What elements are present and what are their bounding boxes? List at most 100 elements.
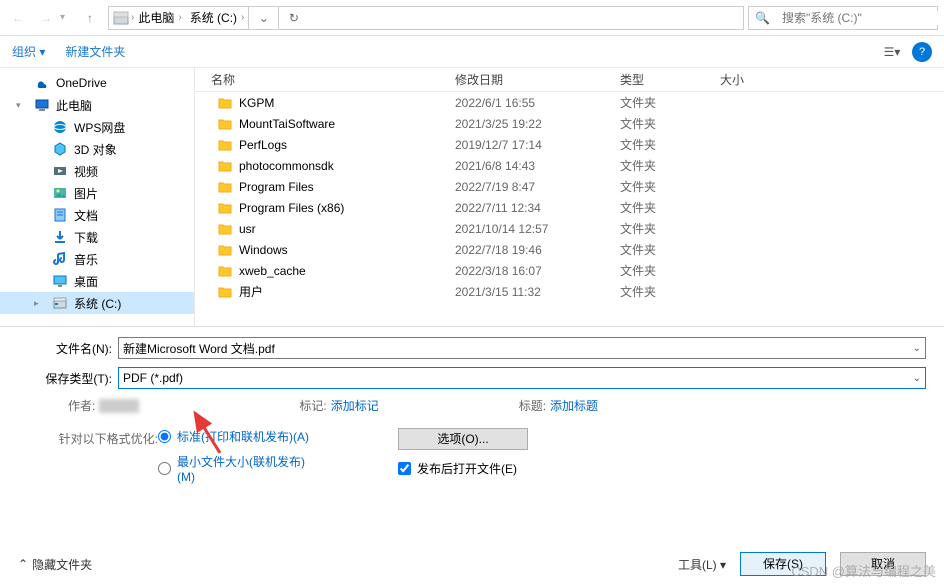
music-icon bbox=[52, 251, 68, 267]
file-type: 文件夹 bbox=[620, 199, 720, 216]
options-button[interactable]: 选项(O)... bbox=[398, 428, 528, 450]
author-value[interactable] bbox=[99, 399, 139, 413]
col-date[interactable]: 修改日期 bbox=[455, 71, 620, 88]
sidebar-label: 图片 bbox=[74, 185, 98, 202]
sidebar-item-doc[interactable]: 文档 bbox=[0, 204, 194, 226]
folder-icon bbox=[217, 263, 233, 279]
col-type[interactable]: 类型 bbox=[620, 71, 720, 88]
file-date: 2022/3/18 16:07 bbox=[455, 264, 620, 278]
sidebar-item-3d[interactable]: 3D 对象 bbox=[0, 138, 194, 160]
file-type: 文件夹 bbox=[620, 94, 720, 111]
filename-label: 文件名(N): bbox=[18, 340, 118, 357]
file-name: usr bbox=[239, 222, 256, 236]
sidebar-item-picture[interactable]: 图片 bbox=[0, 182, 194, 204]
sidebar-label: 3D 对象 bbox=[74, 141, 117, 158]
tools-menu[interactable]: 工具(L) ▾ bbox=[678, 556, 726, 573]
file-row[interactable]: photocommonsdk2021/6/8 14:43文件夹 bbox=[195, 155, 944, 176]
file-type: 文件夹 bbox=[620, 262, 720, 279]
file-date: 2022/7/19 8:47 bbox=[455, 180, 620, 194]
address-bar[interactable]: › 此电脑› 系统 (C:)› ⌄ ↻ bbox=[108, 6, 744, 30]
radio-minimum[interactable] bbox=[158, 453, 171, 484]
sidebar-item-pc[interactable]: ▾此电脑 bbox=[0, 94, 194, 116]
folder-icon bbox=[217, 137, 233, 153]
radio-standard-label: 标准(打印和联机发布)(A) bbox=[177, 428, 309, 445]
search-box[interactable]: 🔍 bbox=[748, 6, 938, 30]
chevron-down-icon[interactable]: ⌄ bbox=[913, 343, 921, 354]
sidebar-item-onedrive[interactable]: OneDrive bbox=[0, 72, 194, 94]
save-panel: 文件名(N): 新建Microsoft Word 文档.pdf ⌄ 保存类型(T… bbox=[0, 326, 944, 586]
folder-icon bbox=[217, 179, 233, 195]
radio-standard[interactable] bbox=[158, 428, 171, 445]
file-name: photocommonsdk bbox=[239, 159, 334, 173]
file-date: 2019/12/7 17:14 bbox=[455, 138, 620, 152]
command-bar: 组织 ▾ 新建文件夹 ☰▾ ? bbox=[0, 36, 944, 68]
file-row[interactable]: usr 2021/10/14 12:57文件夹 bbox=[195, 218, 944, 239]
file-name: Program Files bbox=[239, 180, 314, 194]
sidebar-label: 桌面 bbox=[74, 273, 98, 290]
drive-icon bbox=[52, 295, 68, 311]
help-button[interactable]: ? bbox=[912, 42, 932, 62]
sidebar-item-desktop[interactable]: 桌面 bbox=[0, 270, 194, 292]
file-date: 2021/6/8 14:43 bbox=[455, 159, 620, 173]
up-button[interactable]: ↑ bbox=[76, 4, 104, 32]
chevron-down-icon[interactable]: ⌄ bbox=[913, 373, 921, 384]
sidebar-item-music[interactable]: 音乐 bbox=[0, 248, 194, 270]
file-row[interactable]: PerfLogs2019/12/7 17:14文件夹 bbox=[195, 134, 944, 155]
file-row[interactable]: 用户2021/3/15 11:32文件夹 bbox=[195, 281, 944, 302]
file-row[interactable]: KGPM 2022/6/1 16:55文件夹 bbox=[195, 92, 944, 113]
folder-icon bbox=[217, 158, 233, 174]
breadcrumb-pc[interactable]: 此电脑› bbox=[134, 7, 185, 29]
search-icon: 🔍 bbox=[749, 11, 776, 25]
file-row[interactable]: xweb_cache 2022/3/18 16:07文件夹 bbox=[195, 260, 944, 281]
file-type: 文件夹 bbox=[620, 283, 720, 300]
sidebar-label: 文档 bbox=[74, 207, 98, 224]
sidebar-item-download[interactable]: 下载 bbox=[0, 226, 194, 248]
file-date: 2022/6/1 16:55 bbox=[455, 96, 620, 110]
sidebar-item-wps[interactable]: WPS网盘 bbox=[0, 116, 194, 138]
sidebar-label: 下载 bbox=[74, 229, 98, 246]
file-date: 2022/7/11 12:34 bbox=[455, 201, 620, 215]
organize-menu[interactable]: 组织 ▾ bbox=[12, 43, 45, 60]
filetype-select[interactable]: PDF (*.pdf) ⌄ bbox=[118, 367, 926, 389]
history-dropdown[interactable]: ▾ bbox=[60, 12, 76, 23]
forward-button[interactable]: → bbox=[32, 4, 60, 32]
back-button[interactable]: ← bbox=[4, 4, 32, 32]
col-size[interactable]: 大小 bbox=[720, 71, 800, 88]
add-title-link[interactable]: 添加标题 bbox=[550, 397, 598, 414]
sidebar-label: 视频 bbox=[74, 163, 98, 180]
file-date: 2022/7/18 19:46 bbox=[455, 243, 620, 257]
file-type: 文件夹 bbox=[620, 220, 720, 237]
breadcrumb-drive[interactable]: 系统 (C:)› bbox=[186, 7, 249, 29]
file-row[interactable]: Windows2022/7/18 19:46文件夹 bbox=[195, 239, 944, 260]
file-row[interactable]: MountTaiSoftware2021/3/25 19:22文件夹 bbox=[195, 113, 944, 134]
file-row[interactable]: Program Files (x86) 2022/7/11 12:34文件夹 bbox=[195, 197, 944, 218]
optimize-label: 针对以下格式优化: bbox=[18, 428, 158, 492]
file-row[interactable]: Program Files2022/7/19 8:47文件夹 bbox=[195, 176, 944, 197]
file-type: 文件夹 bbox=[620, 115, 720, 132]
col-name[interactable]: 名称 bbox=[195, 71, 455, 88]
watermark: CSDN @算法与编程之美 bbox=[791, 561, 936, 580]
open-after-checkbox[interactable] bbox=[398, 460, 411, 477]
expand-icon[interactable]: ▾ bbox=[16, 100, 28, 111]
open-after-label: 发布后打开文件(E) bbox=[417, 460, 517, 477]
file-name: MountTaiSoftware bbox=[239, 117, 335, 131]
add-tags-link[interactable]: 添加标记 bbox=[331, 397, 379, 414]
file-date: 2021/10/14 12:57 bbox=[455, 222, 620, 236]
file-name: xweb_cache bbox=[239, 264, 306, 278]
folder-icon bbox=[217, 221, 233, 237]
refresh-button[interactable]: ↻ bbox=[278, 6, 308, 30]
file-name: KGPM bbox=[239, 96, 274, 110]
pc-icon bbox=[34, 97, 50, 113]
new-folder-button[interactable]: 新建文件夹 bbox=[65, 43, 125, 60]
view-mode-button[interactable]: ☰▾ bbox=[880, 40, 904, 64]
expand-icon[interactable]: ▸ bbox=[34, 298, 46, 309]
sidebar-item-drive[interactable]: ▸系统 (C:) bbox=[0, 292, 194, 314]
nav-toolbar: ← → ▾ ↑ › 此电脑› 系统 (C:)› ⌄ ↻ 🔍 bbox=[0, 0, 944, 36]
hide-folders-toggle[interactable]: ⌃ 隐藏文件夹 bbox=[18, 556, 92, 573]
main-area: OneDrive▾此电脑WPS网盘 3D 对象视频图片文档下载音乐桌面 ▸系统 (C… bbox=[0, 68, 944, 326]
address-dropdown[interactable]: ⌄ bbox=[248, 6, 278, 30]
filename-input[interactable]: 新建Microsoft Word 文档.pdf ⌄ bbox=[118, 337, 926, 359]
search-input[interactable] bbox=[776, 11, 943, 25]
file-name: Program Files (x86) bbox=[239, 201, 344, 215]
sidebar-item-video[interactable]: 视频 bbox=[0, 160, 194, 182]
